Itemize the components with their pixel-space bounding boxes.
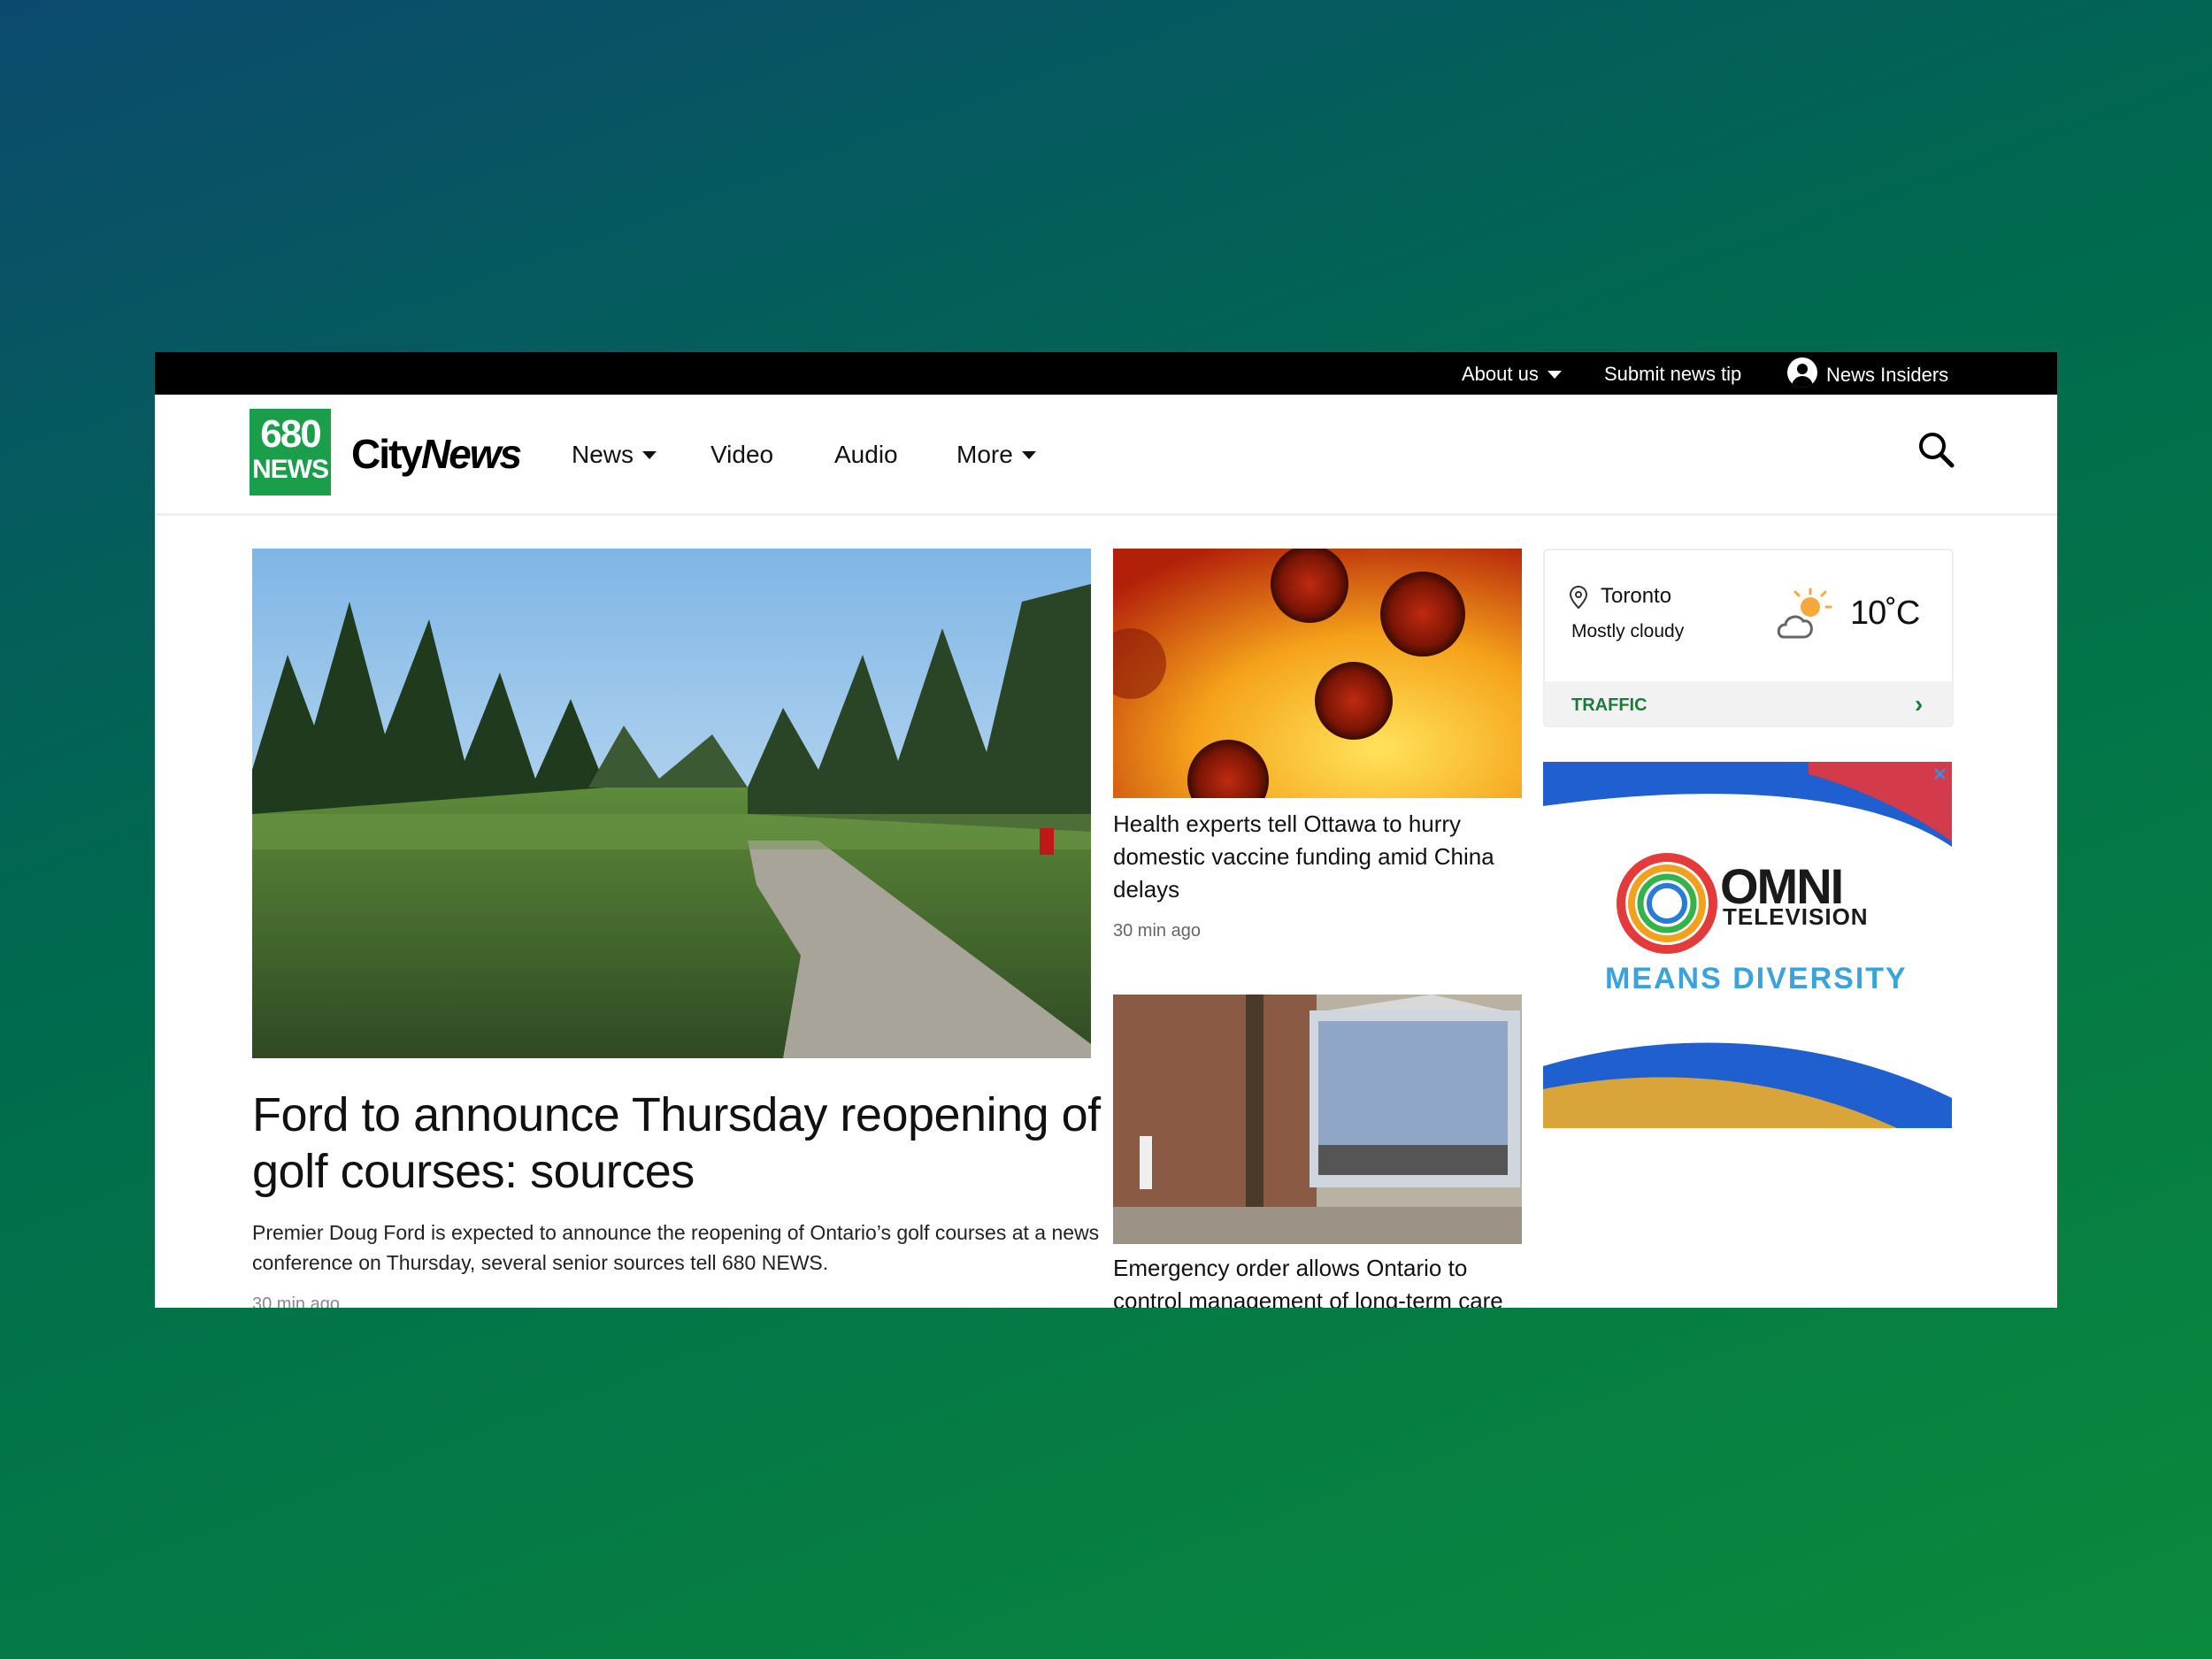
- hero-story-timestamp: 30 min ago: [252, 1294, 340, 1308]
- ad-background-art: [1543, 762, 1952, 1128]
- ad-tagline: MEANS DIVERSITY: [1605, 962, 1908, 995]
- story-2-headline[interactable]: Emergency order allows Ontario to contro…: [1113, 1252, 1529, 1308]
- partly-cloudy-icon: [1773, 586, 1835, 652]
- nav-more-label: More: [956, 441, 1013, 468]
- utility-bar: About us Submit news tip News Insiders: [155, 352, 2057, 395]
- story-1-timestamp: 30 min ago: [1113, 921, 1201, 941]
- chevron-right-icon: ›: [1915, 690, 1924, 718]
- citynews-logo[interactable]: CityNews: [351, 430, 522, 478]
- nav-audio-label: Audio: [834, 441, 898, 468]
- story-1-headline[interactable]: Health experts tell Ottawa to hurry dome…: [1113, 808, 1529, 906]
- main-navigation: 680 NEWS CityNews News Video Audio More: [155, 395, 2057, 516]
- virus-microscope-photo: [1113, 549, 1522, 798]
- story-1-image[interactable]: [1113, 549, 1522, 798]
- weather-temperature: 10˚C: [1850, 595, 1920, 632]
- golf-course-photo: [252, 549, 1091, 1058]
- nav-more[interactable]: More: [956, 441, 1036, 469]
- story-2-image[interactable]: [1113, 995, 1522, 1244]
- search-button[interactable]: [1916, 430, 1955, 469]
- long-term-care-sign-photo: [1113, 995, 1522, 1244]
- 680-news-logo[interactable]: 680 NEWS: [250, 409, 331, 495]
- logo-number: 680: [260, 412, 321, 456]
- submit-news-tip-link[interactable]: Submit news tip: [1604, 363, 1741, 386]
- nav-news-label: News: [572, 441, 634, 468]
- omni-television-text: TELEVISION: [1723, 903, 1869, 930]
- nav-audio[interactable]: Audio: [834, 441, 898, 469]
- browser-page: About us Submit news tip News Insiders 6…: [155, 352, 2057, 1308]
- user-account-icon: [1787, 357, 1817, 388]
- nav-news[interactable]: News: [572, 441, 657, 469]
- nav-video[interactable]: Video: [710, 441, 773, 469]
- about-us-menu[interactable]: About us: [1462, 363, 1562, 386]
- news-insiders-link[interactable]: News Insiders: [1787, 357, 1949, 388]
- hero-story-headline[interactable]: Ford to announce Thursday reopening of g…: [252, 1087, 1102, 1200]
- weather-city: Toronto: [1601, 584, 1672, 608]
- chevron-down-icon: [1021, 450, 1036, 459]
- traffic-label: TRAFFIC: [1571, 695, 1647, 715]
- nav-video-label: Video: [710, 441, 774, 468]
- chevron-down-icon: [642, 450, 657, 459]
- news-insiders-label: News Insiders: [1826, 364, 1949, 386]
- about-us-label: About us: [1462, 363, 1539, 385]
- omni-advertisement[interactable]: OMNI TELEVISION MEANS DIVERSITY ✕: [1543, 762, 1952, 1128]
- submit-news-tip-label: Submit news tip: [1604, 363, 1742, 385]
- hero-story-summary: Premier Doug Ford is expected to announc…: [252, 1221, 1100, 1274]
- weather-condition: Mostly cloudy: [1571, 621, 1685, 641]
- location-pin-icon: [1569, 585, 1588, 613]
- chevron-down-icon: [1547, 370, 1562, 379]
- hero-story-image[interactable]: [252, 549, 1091, 1058]
- logo-word: NEWS: [252, 455, 329, 484]
- search-icon: [1919, 433, 1955, 468]
- citynews-logo-city: City: [351, 431, 423, 477]
- traffic-link[interactable]: TRAFFIC ›: [1545, 681, 1952, 726]
- citynews-logo-news: News: [420, 431, 522, 477]
- ad-close-icon[interactable]: ✕: [1932, 764, 1947, 786]
- weather-widget: Toronto Mostly cloudy 10˚C TRAFFIC ›: [1543, 549, 1954, 727]
